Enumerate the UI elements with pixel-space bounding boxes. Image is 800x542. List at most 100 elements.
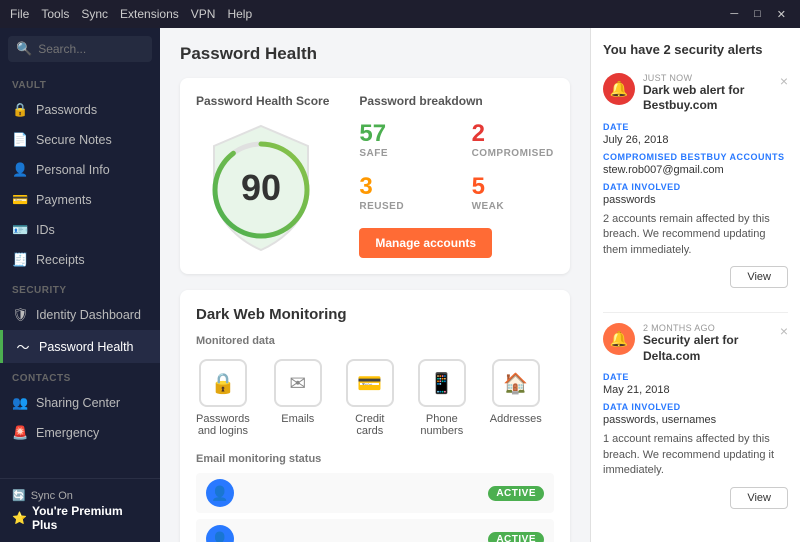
addresses-label: Addresses: [490, 413, 542, 425]
menu-extensions[interactable]: Extensions: [120, 7, 179, 21]
close-btn[interactable]: ✕: [773, 8, 790, 21]
weak-num: 5: [472, 173, 554, 201]
window-controls[interactable]: ─ □ ✕: [726, 8, 790, 21]
search-icon: 🔍: [16, 41, 32, 57]
alert-info-1: JUST NOW Dark web alert for Bestbuy.com: [643, 73, 788, 114]
sidebar: 🔍 VAULT 🔒 Passwords 📄 Secure Notes 👤 Per…: [0, 28, 160, 542]
sidebar-item-passwords[interactable]: 🔒 Passwords: [0, 95, 160, 125]
monitored-icons: 🔒 Passwordsand logins ✉ Emails 💳 Creditc…: [196, 359, 554, 437]
alert-data-value-1: passwords: [603, 194, 788, 206]
shield-score: 90: [241, 167, 281, 209]
password-health-title: Password Health: [180, 44, 570, 64]
sidebar-label-sharing-center: Sharing Center: [36, 396, 120, 410]
email-avatar-2: 👤: [206, 525, 234, 542]
sidebar-label-password-health: Password Health: [39, 340, 134, 354]
active-badge-2: ACTIVE: [488, 532, 544, 542]
email-status-label: Email monitoring status: [196, 453, 554, 465]
sidebar-item-personal-info[interactable]: 👤 Personal Info: [0, 155, 160, 185]
sidebar-label-emergency: Emergency: [36, 426, 99, 440]
menu-tools[interactable]: Tools: [41, 7, 69, 21]
monitored-addresses: 🏠 Addresses: [490, 359, 542, 425]
shield-icon: 🛡: [12, 307, 28, 323]
email-avatar-1: 👤: [206, 479, 234, 507]
stat-reused: 3 REUSED: [359, 173, 441, 212]
sidebar-item-ids[interactable]: 🪪 IDs: [0, 215, 160, 245]
alert-close-1[interactable]: ×: [780, 73, 788, 89]
manage-accounts-button[interactable]: Manage accounts: [359, 228, 492, 258]
stat-compromised: 2 COMPROMISED: [472, 120, 554, 159]
sidebar-bottom: 🔄 Sync On ⭐ You're Premium Plus: [0, 478, 160, 542]
menu-sync[interactable]: Sync: [81, 7, 108, 21]
score-section: Password Health Score: [196, 94, 329, 258]
sidebar-item-payments[interactable]: 💳 Payments: [0, 185, 160, 215]
sidebar-item-emergency[interactable]: 🚨 Emergency: [0, 418, 160, 448]
sidebar-label-personal-info: Personal Info: [36, 163, 110, 177]
sync-icon: 🔄: [12, 489, 26, 502]
search-input[interactable]: [38, 42, 144, 56]
menu-vpn[interactable]: VPN: [191, 7, 216, 21]
alert-card-1: 🔔 JUST NOW Dark web alert for Bestbuy.co…: [603, 73, 788, 288]
alerts-panel: You have 2 security alerts 🔔 JUST NOW Da…: [590, 28, 800, 542]
reused-label: REUSED: [359, 201, 441, 212]
reused-num: 3: [359, 173, 441, 201]
alert-close-2[interactable]: ×: [780, 323, 788, 339]
contacts-section-label: CONTACTS: [0, 363, 160, 388]
safe-num: 57: [359, 120, 441, 148]
sidebar-item-receipts[interactable]: 🧾 Receipts: [0, 245, 160, 275]
wave-icon: 〜: [15, 337, 31, 356]
premium-text: You're Premium Plus: [32, 504, 148, 532]
group-icon: 👥: [12, 395, 28, 411]
compromised-label: COMPROMISED: [472, 148, 554, 159]
monitored-passwords: 🔒 Passwordsand logins: [196, 359, 250, 437]
sidebar-item-secure-notes[interactable]: 📄 Secure Notes: [0, 125, 160, 155]
title-bar: File Tools Sync Extensions VPN Help ─ □ …: [0, 0, 800, 28]
shield-container: 90: [196, 118, 326, 258]
weak-label: WEAK: [472, 201, 554, 212]
sync-label: Sync On: [31, 490, 73, 502]
sidebar-label-identity-dashboard: Identity Dashboard: [36, 308, 141, 322]
safe-label: SAFE: [359, 148, 441, 159]
credit-cards-label: Creditcards: [355, 413, 384, 437]
sidebar-label-receipts: Receipts: [36, 253, 85, 267]
sidebar-label-ids: IDs: [36, 223, 55, 237]
alert-name-2: Security alert for Delta.com: [643, 333, 788, 364]
alert-description-2: 1 account remains affected by this breac…: [603, 432, 788, 478]
alert-icon-2: 🔔: [603, 323, 635, 355]
sidebar-label-passwords: Passwords: [36, 103, 97, 117]
score-label: Password Health Score: [196, 94, 329, 108]
sidebar-label-payments: Payments: [36, 193, 92, 207]
emails-label: Emails: [281, 413, 314, 425]
breakdown-section: Password breakdown 57 SAFE 2 COMPROMISED…: [359, 94, 553, 258]
monitored-label: Monitored data: [196, 335, 554, 347]
passwords-icon: 🔒: [199, 359, 247, 407]
alert-time-1: JUST NOW: [643, 73, 788, 83]
email-row-1[interactable]: 👤 ACTIVE: [196, 473, 554, 513]
alert-date-value-2: May 21, 2018: [603, 384, 788, 396]
compromised-num: 2: [472, 120, 554, 148]
security-section-label: SECURITY: [0, 275, 160, 300]
search-bar[interactable]: 🔍: [8, 36, 152, 62]
app-container: 🔍 VAULT 🔒 Passwords 📄 Secure Notes 👤 Per…: [0, 28, 800, 542]
menu-bar[interactable]: File Tools Sync Extensions VPN Help: [10, 7, 252, 21]
alert-description-1: 2 accounts remain affected by this breac…: [603, 212, 788, 258]
alert-time-2: 2 MONTHS AGO: [643, 323, 788, 333]
main-content: Password Health Password Health Score: [160, 28, 590, 542]
star-icon: ⭐: [12, 511, 27, 525]
sidebar-item-password-health[interactable]: 〜 Password Health: [0, 330, 160, 363]
minimize-btn[interactable]: ─: [726, 8, 742, 21]
sidebar-item-sharing-center[interactable]: 👥 Sharing Center: [0, 388, 160, 418]
menu-file[interactable]: File: [10, 7, 29, 21]
emergency-icon: 🚨: [12, 425, 28, 441]
view-button-1[interactable]: View: [730, 266, 788, 288]
dark-web-card: Dark Web Monitoring Monitored data 🔒 Pas…: [180, 290, 570, 542]
menu-help[interactable]: Help: [227, 7, 252, 21]
view-button-2[interactable]: View: [730, 487, 788, 509]
sidebar-label-secure-notes: Secure Notes: [36, 133, 112, 147]
sidebar-item-identity-dashboard[interactable]: 🛡 Identity Dashboard: [0, 300, 160, 330]
maximize-btn[interactable]: □: [750, 8, 765, 21]
alert-icon-1: 🔔: [603, 73, 635, 105]
alert-header-2: 🔔 2 MONTHS AGO Security alert for Delta.…: [603, 323, 788, 364]
alert-date-label-2: DATE: [603, 372, 788, 382]
receipt-icon: 🧾: [12, 252, 28, 268]
email-row-2[interactable]: 👤 ACTIVE: [196, 519, 554, 542]
